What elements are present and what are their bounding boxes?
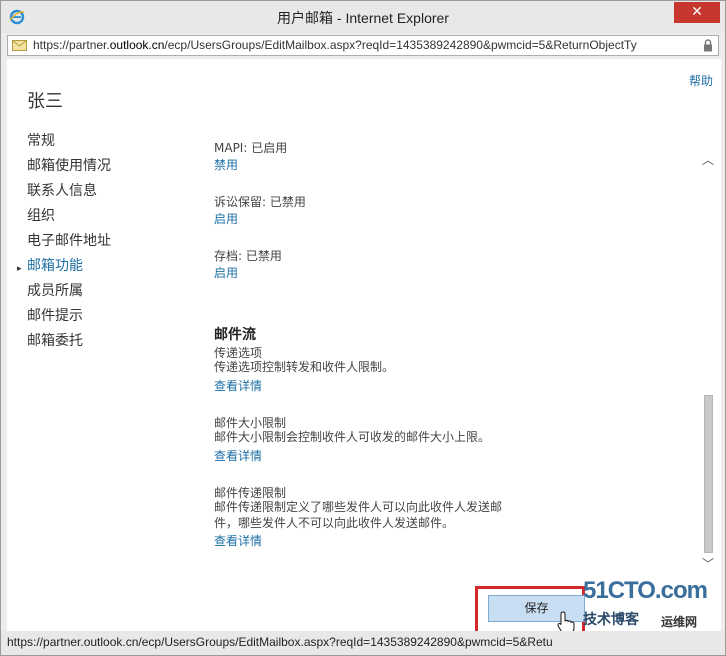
nav-item-label: 邮箱委托 <box>27 333 83 349</box>
active-arrow-icon: ▸ <box>17 264 22 274</box>
section-nav: 常规 邮箱使用情况 联系人信息 组织 电子邮件地址 ▸ 邮箱功能 成员所属 邮件… <box>17 131 197 356</box>
nav-item-mail-tips[interactable]: 邮件提示 <box>27 306 197 331</box>
help-link[interactable]: 帮助 <box>689 72 713 89</box>
panel-scrollbar[interactable]: ︿ ﹀ <box>701 151 715 571</box>
nav-item-member-of[interactable]: 成员所属 <box>27 281 197 306</box>
nav-item-label: 邮件提示 <box>27 308 83 324</box>
close-button[interactable]: ✕ <box>674 2 720 23</box>
nav-item-email-address[interactable]: 电子邮件地址 <box>27 231 197 256</box>
archive-enable-link[interactable]: 启用 <box>214 264 238 281</box>
nav-item-label: 电子邮件地址 <box>27 233 111 249</box>
nav-item-general[interactable]: 常规 <box>27 131 197 156</box>
delivery-options-desc: 传递选项控制转发和收件人限制。 <box>214 360 395 374</box>
scroll-thumb[interactable] <box>704 395 713 553</box>
nav-item-mailbox-usage[interactable]: 邮箱使用情况 <box>27 156 197 181</box>
nav-item-label: 常规 <box>27 133 55 149</box>
scroll-down-icon[interactable]: ﹀ <box>701 555 715 571</box>
scroll-up-icon[interactable]: ︿ <box>701 151 715 167</box>
browser-window: 用户邮箱 - Internet Explorer ✕ https://partn… <box>0 0 726 656</box>
mapi-disable-link[interactable]: 禁用 <box>214 156 238 173</box>
address-url[interactable]: https://partner.outlook.cn/ecp/UsersGrou… <box>33 38 693 52</box>
page-title: 张三 <box>27 91 63 112</box>
mapi-status: MAPI: 已启用 <box>214 141 288 155</box>
nav-item-label: 邮箱功能 <box>27 258 83 274</box>
watermark-logo-text: 51CTO.com <box>583 577 708 604</box>
archive-status: 存档: 已禁用 <box>214 249 282 263</box>
page-content: 帮助 张三 常规 邮箱使用情况 联系人信息 组织 电子邮件地址 ▸ 邮箱功能 成… <box>7 59 721 631</box>
status-url: https://partner.outlook.cn/ecp/UsersGrou… <box>7 635 553 649</box>
url-domain: outlook.cn <box>109 38 165 52</box>
url-prefix: https://partner. <box>33 38 110 52</box>
message-size-desc: 邮件大小限制会控制收件人可收发的邮件大小上限。 <box>214 430 491 444</box>
nav-item-label: 联系人信息 <box>27 183 97 199</box>
nav-item-label: 成员所属 <box>27 283 83 299</box>
litigation-hold-enable-link[interactable]: 启用 <box>214 210 238 227</box>
url-suffix: /ecp/UsersGroups/EditMailbox.aspx?reqId=… <box>164 38 637 52</box>
watermark-subtitle: 技术博客 <box>583 612 639 628</box>
litigation-hold-status: 诉讼保留: 已禁用 <box>214 195 306 209</box>
watermark-subtitle-2: 运维网 <box>661 615 698 629</box>
mail-page-icon <box>12 40 27 51</box>
nav-item-label: 邮箱使用情况 <box>27 158 111 174</box>
lock-icon[interactable] <box>703 39 713 52</box>
message-size-details-link[interactable]: 查看详情 <box>214 447 262 464</box>
window-title: 用户邮箱 - Internet Explorer <box>277 10 449 26</box>
delivery-options-details-link[interactable]: 查看详情 <box>214 377 262 394</box>
nav-item-mailbox-features[interactable]: ▸ 邮箱功能 <box>17 256 197 281</box>
delivery-restrictions-details-link[interactable]: 查看详情 <box>214 532 262 549</box>
delivery-restrictions-desc: 邮件传递限制定义了哪些发件人可以向此收件人发送邮件，哪些发件人不可以向此收件人发… <box>214 500 503 530</box>
mail-flow-heading: 邮件流 <box>214 327 256 343</box>
nav-item-mailbox-delegation[interactable]: 邮箱委托 <box>27 331 197 356</box>
nav-item-contact-info[interactable]: 联系人信息 <box>27 181 197 206</box>
address-bar[interactable]: https://partner.outlook.cn/ecp/UsersGrou… <box>7 35 719 56</box>
title-bar: 用户邮箱 - Internet Explorer ✕ <box>1 1 725 33</box>
nav-item-label: 组织 <box>27 208 55 224</box>
status-bar: https://partner.outlook.cn/ecp/UsersGrou… <box>1 631 725 655</box>
nav-item-organization[interactable]: 组织 <box>27 206 197 231</box>
